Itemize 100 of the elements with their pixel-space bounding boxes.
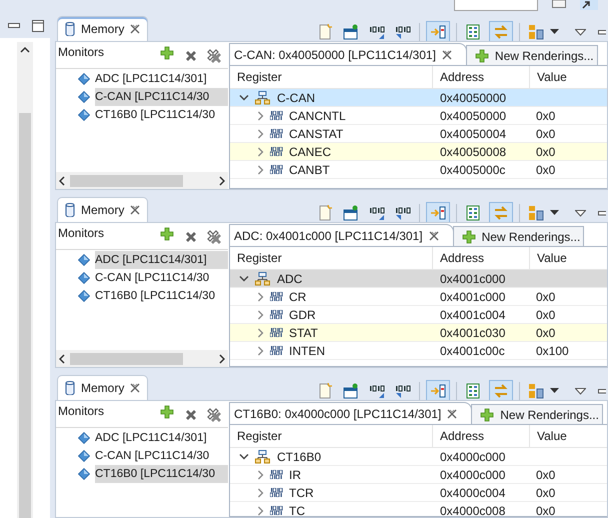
column-header[interactable]: Register bbox=[230, 66, 433, 88]
remove-icon[interactable] bbox=[184, 408, 198, 422]
link-arrow-button[interactable] bbox=[426, 21, 450, 43]
new-renderings-tab[interactable]: New Renderings... bbox=[452, 226, 584, 246]
toolbar-icon[interactable] bbox=[552, 0, 566, 8]
column-header[interactable]: Address bbox=[433, 425, 530, 447]
scrollbar-thumb[interactable] bbox=[19, 113, 31, 518]
table-cell-text: 0x40050008 bbox=[439, 144, 508, 160]
perspective-icon[interactable] bbox=[580, 0, 598, 10]
register-group-name: CT16B0 bbox=[277, 448, 322, 466]
rendering-tab[interactable]: CT16B0: 0x4000c000 [LPC11C14/301] bbox=[229, 402, 472, 424]
view-tab[interactable]: Memory bbox=[57, 16, 148, 41]
table-cell-text: 0x0 bbox=[535, 502, 556, 516]
column-header[interactable]: Value bbox=[530, 425, 607, 447]
table-cell-text: 0x0 bbox=[535, 288, 556, 306]
monitor-item[interactable]: ADC [LPC11C14/301] bbox=[95, 70, 228, 88]
horizontal-scrollbar[interactable] bbox=[56, 172, 228, 189]
link-arrow-button[interactable] bbox=[426, 202, 450, 224]
column-header[interactable]: Value bbox=[530, 66, 607, 88]
dropdown-icon[interactable] bbox=[550, 29, 559, 35]
minimize-icon[interactable] bbox=[598, 388, 606, 394]
swap-arrows-button[interactable] bbox=[489, 21, 513, 43]
add-icon[interactable] bbox=[474, 48, 489, 62]
view-menu-icon[interactable] bbox=[575, 388, 586, 394]
rendering-tab[interactable]: C-CAN: 0x40050000 [LPC11C14/301] bbox=[229, 43, 467, 65]
view-tab[interactable]: Memory bbox=[57, 375, 148, 400]
table-cell-text: 0x4001c000 bbox=[439, 288, 506, 306]
scroll-left-icon[interactable] bbox=[59, 354, 65, 364]
monitor-item[interactable]: CT16B0 [LPC11C14/30 bbox=[95, 106, 228, 124]
maximize-icon[interactable] bbox=[32, 20, 44, 32]
swap-arrows-button[interactable] bbox=[489, 380, 513, 402]
add-icon[interactable] bbox=[462, 230, 476, 244]
scroll-right-icon[interactable] bbox=[219, 176, 225, 186]
monitor-item[interactable]: CT16B0 [LPC11C14/30 bbox=[95, 287, 228, 305]
register-group-name: ADC bbox=[277, 270, 302, 288]
table-row[interactable]: ADC 0x4001c000 bbox=[230, 270, 607, 288]
minimize-icon[interactable] bbox=[8, 23, 20, 29]
remove-all-icon[interactable] bbox=[206, 229, 222, 245]
table-cell-text: 0x4005000c bbox=[439, 162, 506, 178]
scrollbar-thumb[interactable] bbox=[70, 352, 183, 364]
table-cell-text: 0x4000c008 bbox=[439, 502, 506, 516]
add-icon[interactable] bbox=[160, 46, 174, 60]
minimize-icon[interactable] bbox=[598, 30, 606, 34]
horizontal-scrollbar[interactable] bbox=[56, 350, 228, 367]
view-menu-icon[interactable] bbox=[575, 210, 586, 216]
column-header[interactable]: Address bbox=[433, 247, 530, 269]
close-icon[interactable] bbox=[130, 205, 140, 215]
swap-arrows-button[interactable] bbox=[489, 202, 513, 224]
column-header[interactable]: Register bbox=[230, 425, 433, 447]
new-renderings-tab[interactable]: New Renderings... bbox=[471, 404, 603, 424]
monitor-item[interactable]: C-CAN [LPC11C14/30 bbox=[95, 269, 228, 287]
close-icon[interactable] bbox=[130, 24, 140, 34]
monitor-item[interactable]: ADC [LPC11C14/301] bbox=[95, 429, 228, 447]
search-field[interactable] bbox=[454, 0, 538, 11]
dropdown-icon[interactable] bbox=[550, 388, 559, 394]
add-icon[interactable] bbox=[480, 408, 494, 422]
vertical-scrollbar[interactable] bbox=[17, 42, 33, 518]
scroll-left-icon[interactable] bbox=[59, 176, 65, 186]
table-cell-text: 0x0 bbox=[535, 162, 556, 178]
link-arrow-button[interactable] bbox=[426, 380, 450, 402]
remove-icon[interactable] bbox=[184, 230, 198, 244]
table-row[interactable]: CANEC 0x40050008 0x0 bbox=[230, 143, 607, 161]
view-tab[interactable]: Memory bbox=[57, 197, 148, 222]
table-row[interactable]: C-CAN 0x40050000 bbox=[230, 89, 607, 107]
collapse-icon[interactable] bbox=[239, 94, 249, 101]
scroll-right-icon[interactable] bbox=[219, 354, 225, 364]
close-icon[interactable] bbox=[447, 408, 458, 418]
table-row[interactable]: STAT 0x4001c030 0x0 bbox=[230, 324, 607, 342]
binary-up-icon bbox=[369, 205, 385, 221]
scrollbar-thumb[interactable] bbox=[70, 174, 183, 186]
table-cell-text: 0x4001c00c bbox=[439, 342, 506, 360]
monitor-item[interactable]: C-CAN [LPC11C14/30 bbox=[95, 447, 228, 465]
view-menu-icon[interactable] bbox=[575, 28, 586, 36]
scroll-up-icon[interactable] bbox=[20, 46, 30, 53]
dropdown-icon[interactable] bbox=[550, 210, 559, 216]
close-icon[interactable] bbox=[428, 230, 439, 240]
close-icon[interactable] bbox=[442, 50, 452, 60]
close-icon[interactable] bbox=[130, 383, 140, 393]
monitor-item[interactable]: ADC [LPC11C14/301] bbox=[95, 251, 228, 269]
add-icon[interactable] bbox=[160, 227, 174, 241]
new-renderings-tab[interactable]: New Renderings... bbox=[466, 45, 598, 65]
remove-all-icon[interactable] bbox=[206, 48, 222, 64]
diamond-icon bbox=[78, 91, 90, 103]
column-header[interactable]: Address bbox=[433, 66, 530, 88]
rendering-tab[interactable]: ADC: 0x4001c000 [LPC11C14/301] bbox=[229, 224, 454, 246]
monitors-label: Monitors bbox=[58, 403, 106, 420]
minimize-icon[interactable] bbox=[598, 210, 606, 216]
add-icon[interactable] bbox=[160, 405, 174, 419]
table-cell-text: 0x0 bbox=[535, 306, 556, 324]
column-header[interactable]: Value bbox=[530, 247, 607, 269]
remove-all-icon[interactable] bbox=[206, 407, 222, 423]
remove-icon[interactable] bbox=[184, 49, 198, 63]
monitor-item[interactable]: C-CAN [LPC11C14/30 bbox=[95, 88, 228, 106]
collapse-icon[interactable] bbox=[239, 275, 249, 282]
column-header[interactable]: Register bbox=[230, 247, 433, 269]
collapse-icon[interactable] bbox=[239, 453, 249, 460]
table-row[interactable]: CT16B0 0x4000c000 bbox=[230, 448, 607, 466]
diamond-icon bbox=[78, 272, 90, 284]
monitor-item[interactable]: CT16B0 [LPC11C14/30 bbox=[95, 465, 228, 483]
binary-icon bbox=[270, 147, 283, 156]
